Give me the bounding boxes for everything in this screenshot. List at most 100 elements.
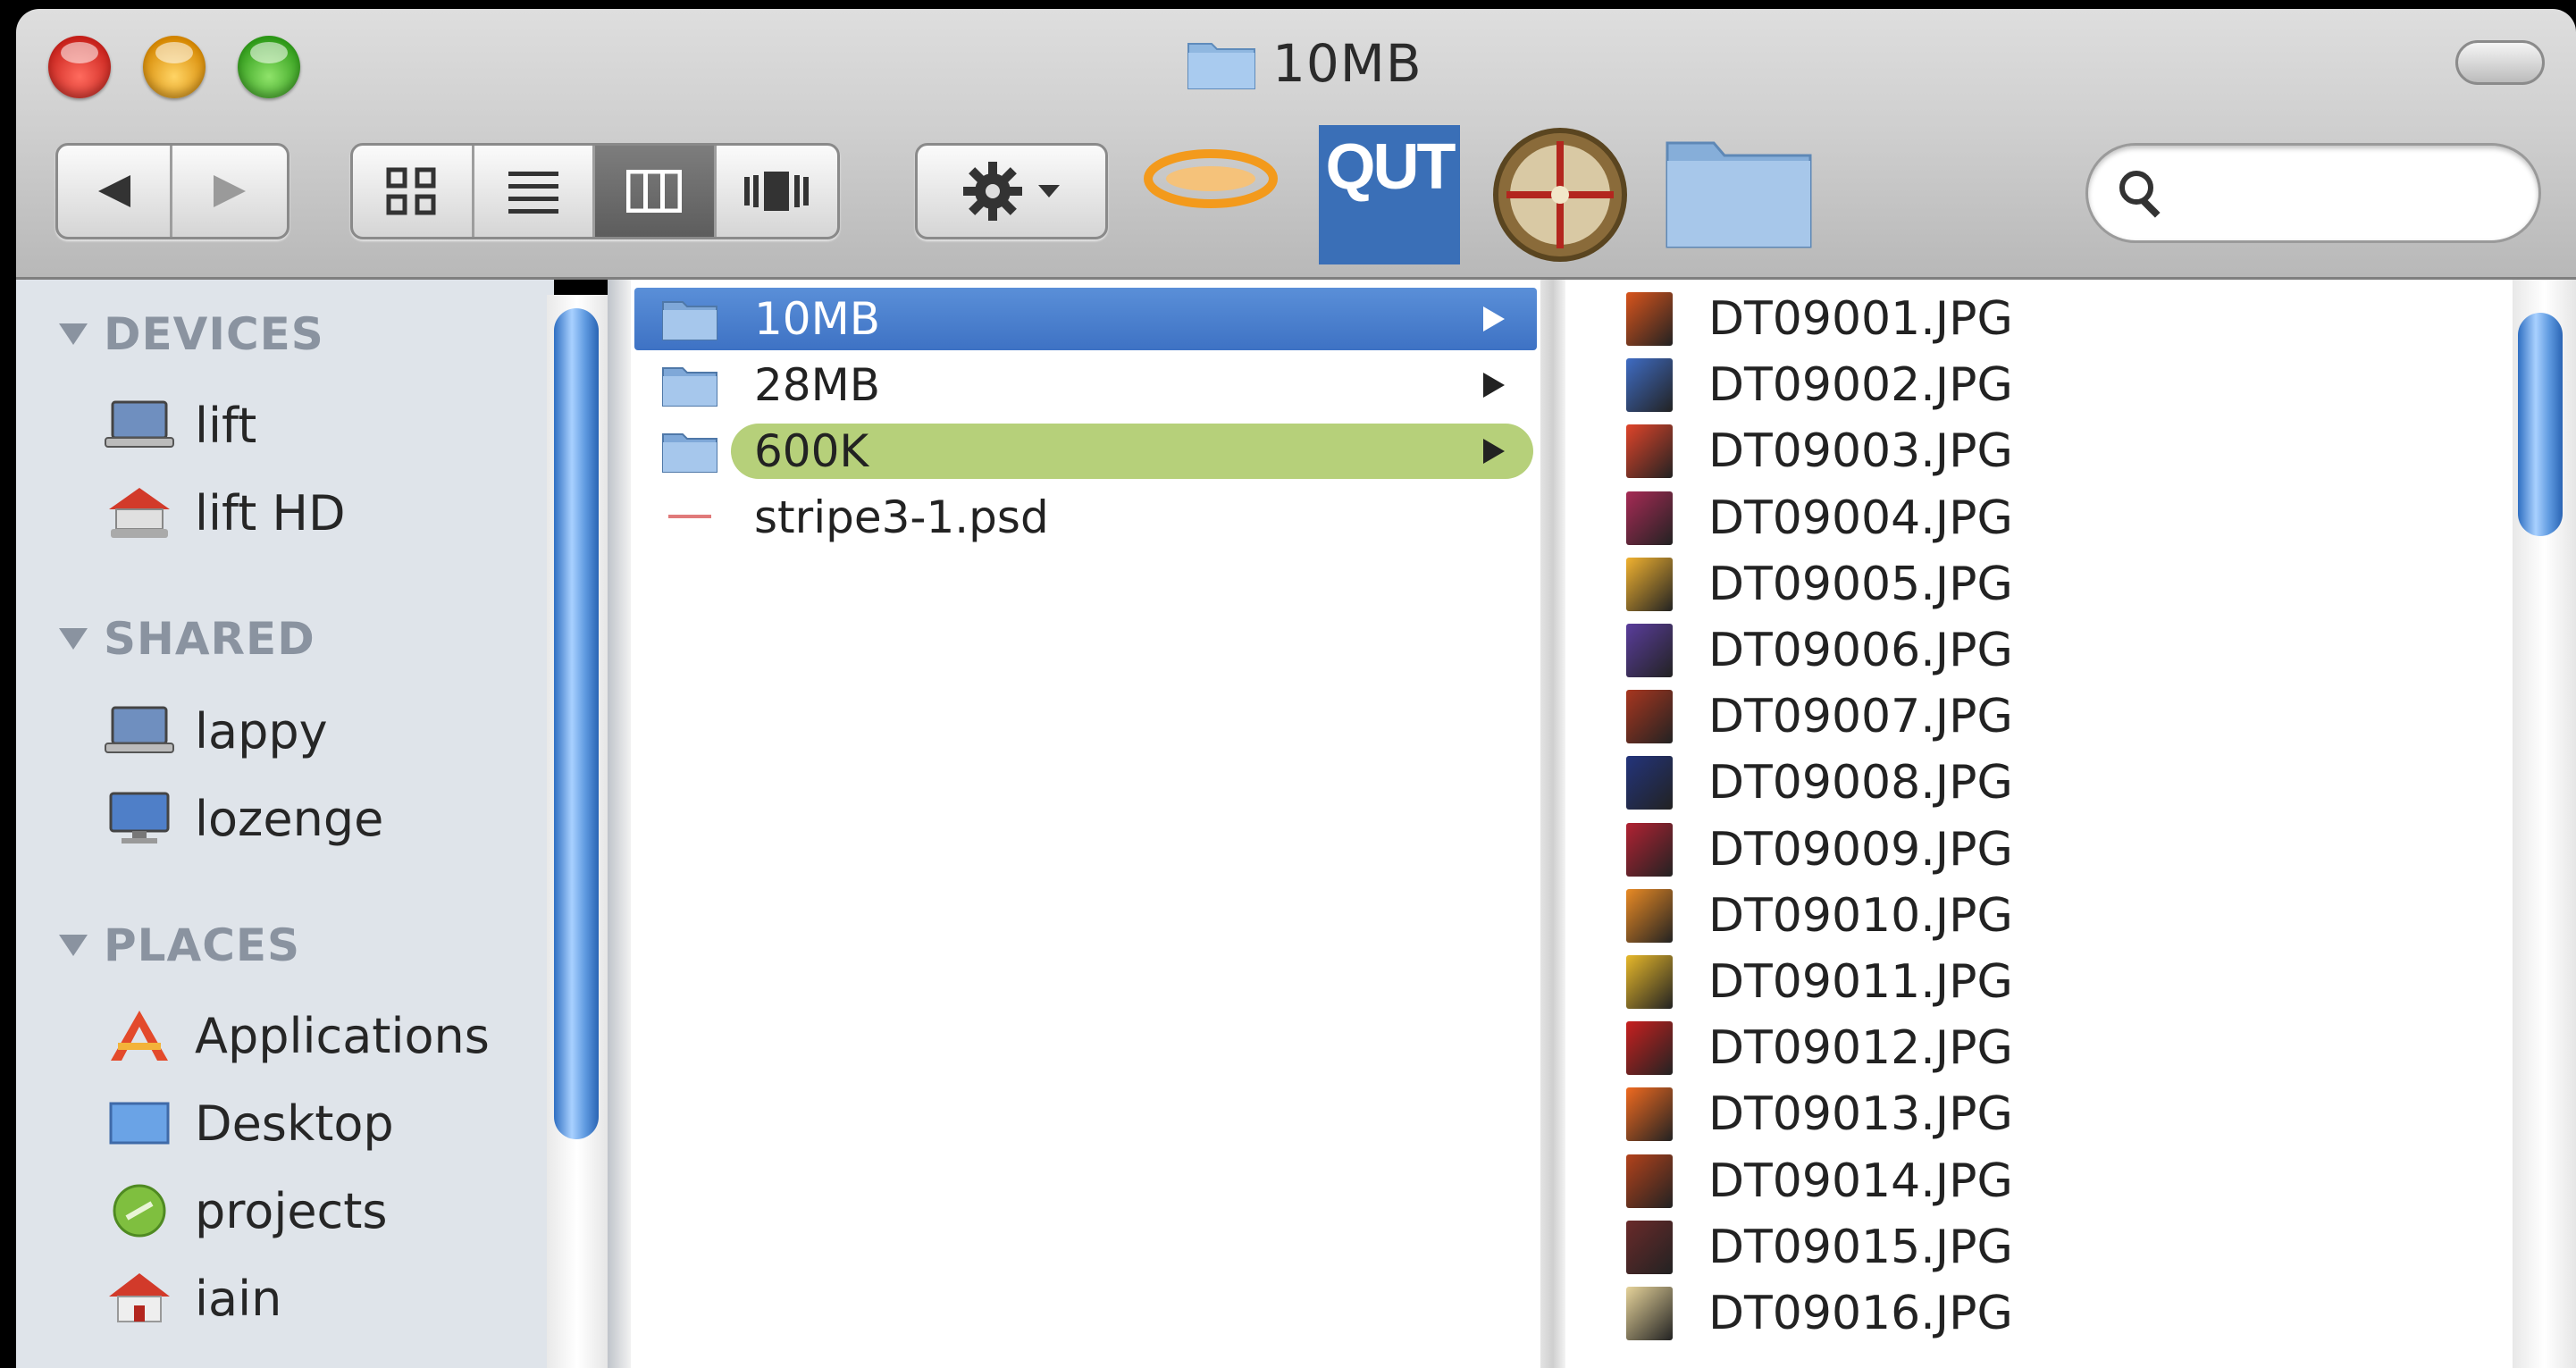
icon-view-button[interactable] <box>353 146 474 237</box>
file-name: DT09012.JPG <box>1708 1021 2013 1076</box>
sidebar-item-lappy[interactable]: lappy <box>104 702 328 760</box>
toolbar-toggle-button[interactable] <box>2455 40 2545 85</box>
view-switcher <box>350 143 840 239</box>
folder-icon <box>1666 141 1812 248</box>
folder-icon <box>1187 43 1255 89</box>
cover-flow-button[interactable] <box>717 146 837 237</box>
column-scrollbar-thumb[interactable] <box>2518 313 2563 536</box>
file-row[interactable]: DT09002.JPG <box>1626 354 2013 416</box>
folder-shortcut-icon[interactable] <box>1664 125 1814 250</box>
compass-app-icon[interactable] <box>1490 125 1630 264</box>
file-name: DT09001.JPG <box>1708 292 2013 346</box>
file-name: DT09003.JPG <box>1708 424 2013 479</box>
section-header-shared[interactable]: SHARED <box>59 613 315 665</box>
sidebar-item-label: lozenge <box>195 790 384 847</box>
file-row[interactable]: DT09001.JPG <box>1626 288 2013 350</box>
sidebar-item-desktop[interactable]: Desktop <box>104 1095 394 1152</box>
search-input[interactable] <box>2183 172 2526 214</box>
file-row[interactable]: DT09014.JPG <box>1626 1150 2013 1213</box>
qut-app-icon[interactable]: QUT <box>1319 125 1460 264</box>
file-row[interactable]: DT09016.JPG <box>1626 1282 2013 1345</box>
infinite-app-icon[interactable] <box>1144 125 1278 232</box>
file-row[interactable]: DT09003.JPG <box>1626 420 2013 483</box>
file-row[interactable]: DT09004.JPG <box>1626 487 2013 550</box>
laptop-icon <box>104 397 175 454</box>
action-menu-button[interactable] <box>915 143 1108 239</box>
column-item-10mb[interactable]: 10MB <box>634 288 1537 350</box>
file-row[interactable]: DT09007.JPG <box>1626 685 2013 748</box>
column-view-icon <box>626 170 683 213</box>
column-view-button[interactable] <box>595 146 717 237</box>
infinite-logo-icon <box>1144 149 1278 208</box>
window-title-area: 10MB <box>1187 30 1422 97</box>
disclosure-triangle-icon <box>59 323 88 345</box>
file-row[interactable]: DT09012.JPG <box>1626 1017 2013 1079</box>
sidebar-item-applications[interactable]: Applications <box>104 1007 490 1064</box>
column-item-28mb[interactable]: 28MB <box>634 354 1537 416</box>
column-item-600k[interactable]: 600K <box>634 420 1537 483</box>
image-thumbnail-icon <box>1626 756 1673 810</box>
file-name: DT09005.JPG <box>1708 557 2013 611</box>
section-header-places[interactable]: PLACES <box>59 919 300 971</box>
sidebar-item-lift[interactable]: lift <box>104 397 256 454</box>
image-thumbnail-icon <box>1626 1087 1673 1142</box>
forward-arrow-icon <box>214 175 246 207</box>
icon-view-icon <box>386 167 436 215</box>
image-thumbnail-icon <box>1626 1154 1673 1208</box>
file-name: DT09013.JPG <box>1708 1087 2013 1142</box>
cover-flow-icon <box>744 172 810 211</box>
qut-label: QUT <box>1325 131 1456 203</box>
file-name: DT09014.JPG <box>1708 1154 2013 1208</box>
minimize-button[interactable] <box>143 36 206 98</box>
file-row[interactable]: DT09008.JPG <box>1626 751 2013 814</box>
column-divider[interactable] <box>1540 280 1565 1368</box>
file-name: DT09010.JPG <box>1708 888 2013 943</box>
file-row[interactable]: DT09006.JPG <box>1626 619 2013 682</box>
disclosure-arrow-icon <box>1483 306 1505 332</box>
sidebar-scrollbar-thumb[interactable] <box>554 308 599 1139</box>
forward-button[interactable] <box>172 146 287 237</box>
sidebar-item-lozenge[interactable]: lozenge <box>104 790 383 847</box>
sidebar-item-projects[interactable]: projects <box>104 1182 388 1239</box>
desktop-computer-icon <box>104 790 175 847</box>
search-icon <box>2119 171 2161 218</box>
sidebar-item-label: lappy <box>195 702 328 760</box>
column-item-label: 28MB <box>754 359 881 411</box>
sidebar-divider[interactable] <box>608 280 631 1368</box>
close-button[interactable] <box>48 36 111 98</box>
column-item-label: 10MB <box>754 293 881 345</box>
image-thumbnail-icon <box>1626 1220 1673 1274</box>
sidebar-item-label: Applications <box>195 1007 490 1064</box>
file-row[interactable]: DT09009.JPG <box>1626 818 2013 881</box>
home-icon <box>104 1270 175 1327</box>
file-row[interactable]: DT09013.JPG <box>1626 1083 2013 1146</box>
back-arrow-icon <box>97 175 130 207</box>
desktop-icon <box>104 1095 175 1152</box>
sidebar-item-label: lift <box>195 397 257 454</box>
list-view-button[interactable] <box>474 146 596 237</box>
column-item-stripe3-1-psd[interactable]: stripe3-1.psd <box>634 486 1537 549</box>
image-thumbnail-icon <box>1626 557 1673 611</box>
compass-icon <box>1493 128 1627 262</box>
disclosure-triangle-icon <box>59 628 88 650</box>
action-menu[interactable] <box>918 146 1105 237</box>
disclosure-arrow-icon <box>1483 439 1505 464</box>
zoom-button[interactable] <box>238 36 300 98</box>
file-row[interactable]: DT09010.JPG <box>1626 885 2013 947</box>
sidebar-item-label: lift HD <box>195 484 346 541</box>
file-row[interactable]: DT09005.JPG <box>1626 553 2013 616</box>
file-row[interactable]: DT09011.JPG <box>1626 951 2013 1013</box>
projects-folder-icon <box>104 1182 175 1239</box>
section-header-devices[interactable]: DEVICES <box>59 308 324 360</box>
column-item-label: 600K <box>754 425 869 477</box>
back-button[interactable] <box>58 146 173 237</box>
section-label: PLACES <box>104 919 301 971</box>
laptop-icon <box>104 702 175 760</box>
disclosure-triangle-icon <box>59 935 88 956</box>
file-row[interactable]: DT09015.JPG <box>1626 1216 2013 1279</box>
sidebar-item-lift-hd[interactable]: lift HD <box>104 484 346 541</box>
folder-icon <box>662 433 717 473</box>
search-field[interactable] <box>2085 143 2541 243</box>
sidebar-item-iain[interactable]: iain <box>104 1270 281 1327</box>
file-name: DT09011.JPG <box>1708 955 2013 1009</box>
